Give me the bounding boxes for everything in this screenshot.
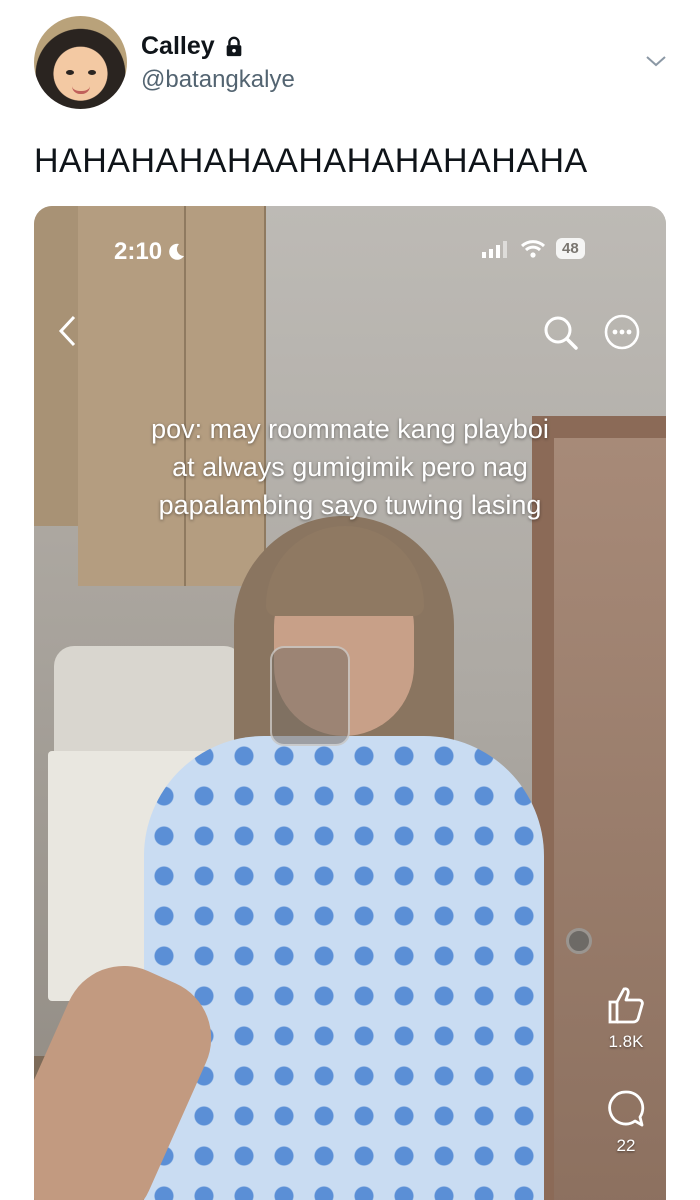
caption-line: at always gumigimik pero nag xyxy=(172,452,528,482)
like-icon xyxy=(608,987,644,1024)
video-caption: pov: may roommate kang playboi at always… xyxy=(34,410,666,524)
moon-icon xyxy=(169,243,185,260)
comment-count: 22 xyxy=(616,1136,636,1155)
avatar-eye xyxy=(88,70,96,75)
chevron-down-icon[interactable] xyxy=(644,52,668,70)
drinking-glass xyxy=(270,646,350,746)
tweet-media[interactable]: 2:10 48 pov: may roommate kang playboi a… xyxy=(34,206,666,1200)
back-icon[interactable] xyxy=(56,314,78,348)
comment-icon xyxy=(608,1090,645,1127)
status-time-text: 2:10 xyxy=(114,238,163,265)
avatar[interactable] xyxy=(34,16,127,109)
more-icon[interactable] xyxy=(602,312,642,352)
background-door xyxy=(554,438,666,1200)
display-name[interactable]: Calley xyxy=(141,32,215,61)
author-name-row[interactable]: Calley xyxy=(141,32,245,61)
like-button[interactable]: 1.8K xyxy=(586,984,666,1052)
avatar-smile xyxy=(72,86,90,94)
status-indicators: 48 xyxy=(480,238,585,259)
status-time: 2:10 xyxy=(114,238,186,266)
battery-level: 48 xyxy=(556,238,585,259)
background-dish-rack xyxy=(54,646,244,756)
signal-icon xyxy=(482,240,507,258)
user-handle[interactable]: @batangkalye xyxy=(141,66,295,94)
comment-button[interactable]: 22 xyxy=(586,1088,666,1156)
wifi-icon xyxy=(520,239,546,258)
search-icon[interactable] xyxy=(540,312,580,352)
person-shirt xyxy=(144,736,544,1200)
tweet-text: HAHAHAHAHAAHAHAHAHAHAHA xyxy=(34,142,588,180)
avatar-eye xyxy=(66,70,74,75)
caption-line: papalambing sayo tuwing lasing xyxy=(158,490,542,520)
like-count: 1.8K xyxy=(608,1032,644,1051)
lock-icon xyxy=(226,36,242,56)
caption-line: pov: may roommate kang playboi xyxy=(151,414,549,444)
door-knob xyxy=(566,928,592,954)
